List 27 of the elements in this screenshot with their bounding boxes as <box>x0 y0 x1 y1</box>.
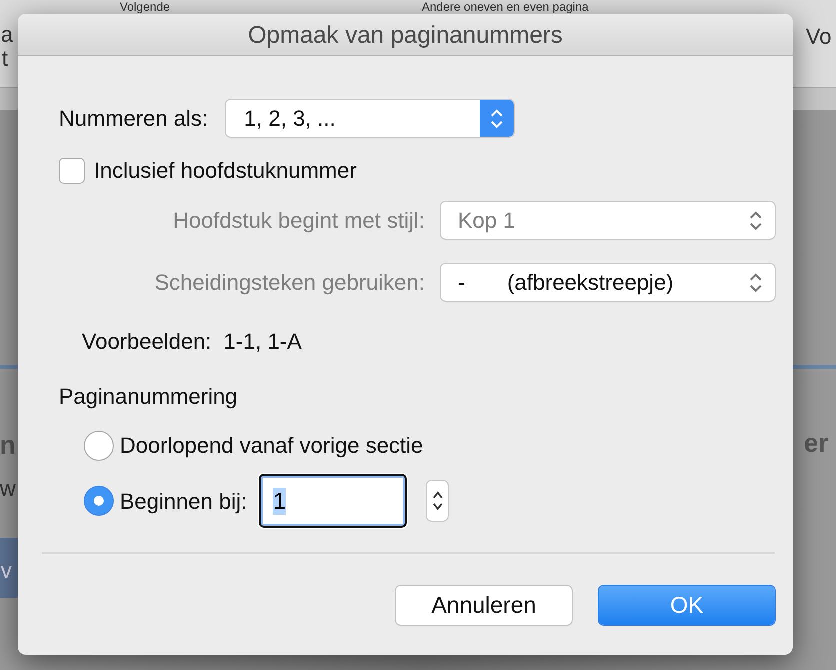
background-text: Volgende <box>120 1 170 14</box>
background-text: Andere oneven en even pagina <box>422 1 589 14</box>
checkbox[interactable] <box>59 158 85 184</box>
background-text: a <box>1 24 14 46</box>
radio-label: Beginnen bij: <box>120 488 248 516</box>
background-text: v <box>1 560 12 582</box>
radio-label: Doorlopend vanaf vorige sectie <box>120 432 424 460</box>
section-heading: Paginanummering <box>59 383 239 411</box>
stepper-icon[interactable] <box>427 481 448 521</box>
separator-label: Scheidingsteken gebruiken: <box>154 269 425 297</box>
stepper-arrows-icon <box>480 100 514 137</box>
chapter-style-label: Hoofdstuk begint met stijl: <box>172 207 425 235</box>
background-text: t <box>2 48 8 70</box>
radio-button[interactable] <box>84 430 114 460</box>
background-text: er <box>804 430 829 456</box>
examples-value: 1-1, 1-A <box>224 328 302 356</box>
examples-label: Voorbeelden: <box>82 328 212 356</box>
background-text: w <box>0 478 16 500</box>
number-format-popup[interactable]: 1, 2, 3, ... <box>226 100 514 137</box>
dialog-title: Opmaak van paginanummers <box>18 14 793 56</box>
checkbox-label: Inclusief hoofdstuknummer <box>94 157 357 185</box>
radio-button[interactable] <box>84 486 114 516</box>
start-number-field[interactable]: 1 <box>259 474 408 528</box>
cancel-button[interactable]: Annuleren <box>396 586 572 625</box>
background-text: Vo <box>806 26 832 48</box>
number-format-label: Nummeren als: <box>59 105 208 133</box>
background-text: n <box>0 432 16 458</box>
